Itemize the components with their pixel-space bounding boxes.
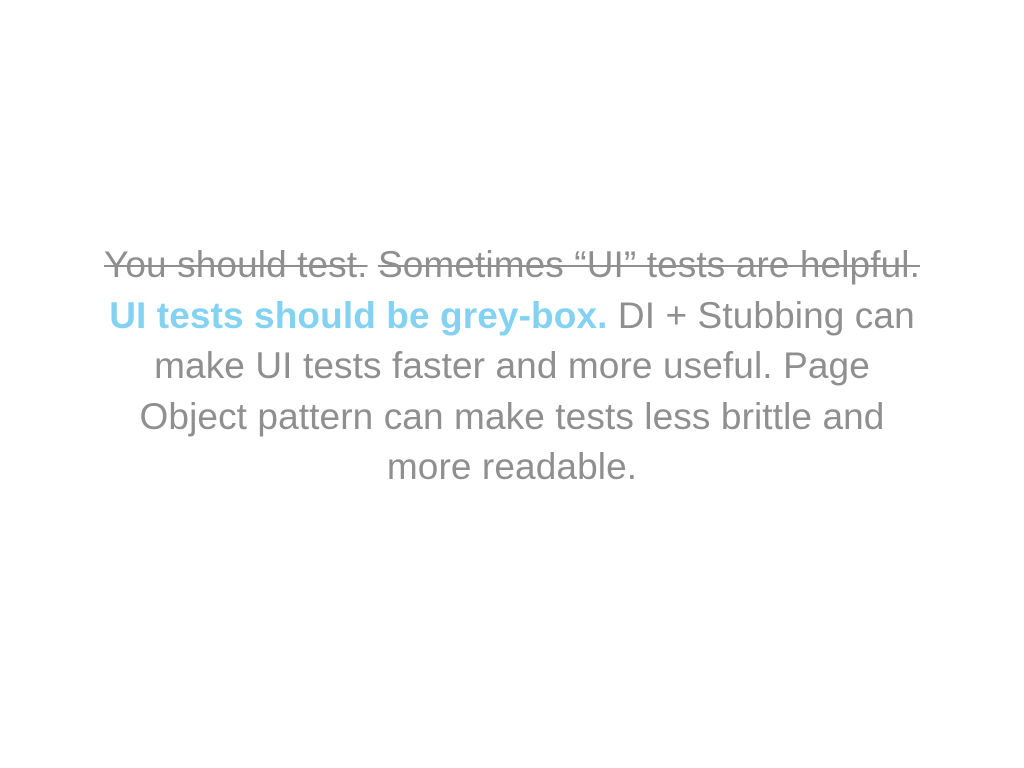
struck-sentence-you-should-test: You should test.	[104, 244, 368, 286]
struck-sentence-ui-tests-helpful: Sometimes “UI” tests are helpful.	[377, 244, 920, 286]
slide-body-text: You should test. Sometimes “UI” tests ar…	[102, 240, 922, 493]
highlighted-sentence-grey-box: UI tests should be grey-box.	[109, 294, 608, 336]
slide: You should test. Sometimes “UI” tests ar…	[0, 0, 1024, 768]
